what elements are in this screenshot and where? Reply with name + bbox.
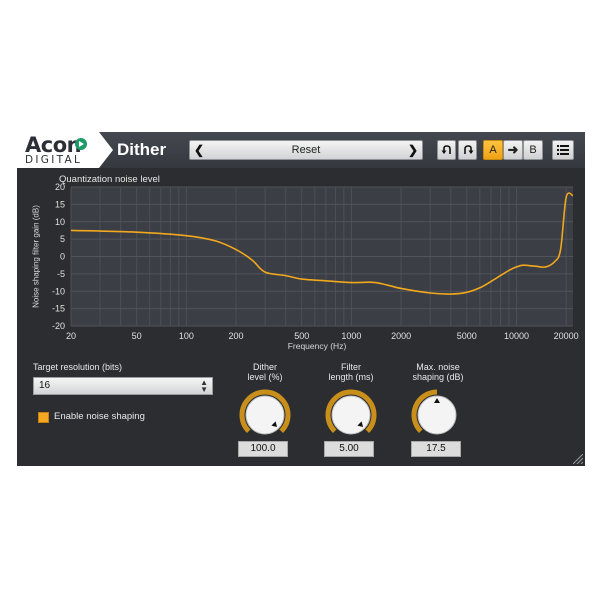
x-tick-label: 100 <box>179 331 194 341</box>
max-noise-shaping-label: Max. noise shaping (dB) <box>403 362 473 382</box>
dither-level-knob[interactable] <box>239 389 291 441</box>
dither-level-value[interactable]: 100.0 <box>238 441 288 457</box>
target-resolution-value: 16 <box>39 380 51 391</box>
filter-length-label-line2: length (ms) <box>328 372 374 382</box>
dither-level-label: Dither level (%) <box>233 362 297 382</box>
x-tick-label: 10000 <box>504 331 529 341</box>
y-tick-label: -20 <box>52 321 65 331</box>
filter-length-knob[interactable] <box>325 389 377 441</box>
y-tick-label: 20 <box>55 182 65 192</box>
plugin-window: Acon DIGITAL Dither ❮ Reset ❯ A ➜ B Quan… <box>17 132 585 466</box>
x-tick-label: 2000 <box>391 331 411 341</box>
y-tick-label: 0 <box>60 252 65 262</box>
x-tick-label: 500 <box>294 331 309 341</box>
y-tick-label: 10 <box>55 217 65 227</box>
noise-level-graph[interactable]: 20151050-5-10-15-2020 50 100 200 500 1000 2000… <box>17 132 585 352</box>
max-noise-shaping-label-line1: Max. noise <box>416 362 460 372</box>
select-arrows-icon: ▲ ▼ <box>200 378 208 394</box>
y-tick-label: -5 <box>57 269 65 279</box>
y-tick-label: -10 <box>52 286 65 296</box>
filter-length-value[interactable]: 5.00 <box>324 441 374 457</box>
target-resolution-select[interactable]: 16 ▲ ▼ <box>33 377 213 395</box>
target-resolution-label: Target resolution (bits) <box>33 362 123 372</box>
x-tick-label: 20 <box>66 331 76 341</box>
enable-noise-shaping-label[interactable]: Enable noise shaping <box>54 411 145 422</box>
filter-length-label: Filter length (ms) <box>319 362 383 382</box>
y-tick-label: 5 <box>60 234 65 244</box>
dither-level-label-line1: Dither <box>252 362 277 372</box>
enable-noise-shaping-checkbox[interactable] <box>38 412 49 423</box>
filter-length-label-line1: Filter <box>341 362 361 372</box>
x-tick-label: 200 <box>229 331 244 341</box>
y-tick-label: -15 <box>52 304 65 314</box>
y-tick-label: 15 <box>55 199 65 209</box>
dither-level-label-line2: level (%) <box>247 372 283 382</box>
max-noise-shaping-value[interactable]: 17.5 <box>411 441 461 457</box>
x-tick-label: 50 <box>132 331 142 341</box>
x-tick-label: 1000 <box>341 331 361 341</box>
max-noise-shaping-knob[interactable] <box>411 389 463 441</box>
x-tick-label: 5000 <box>457 331 477 341</box>
max-noise-shaping-label-line2: shaping (dB) <box>412 372 464 382</box>
resize-grip-icon[interactable] <box>573 454 583 464</box>
x-tick-label: 20000 <box>554 331 579 341</box>
